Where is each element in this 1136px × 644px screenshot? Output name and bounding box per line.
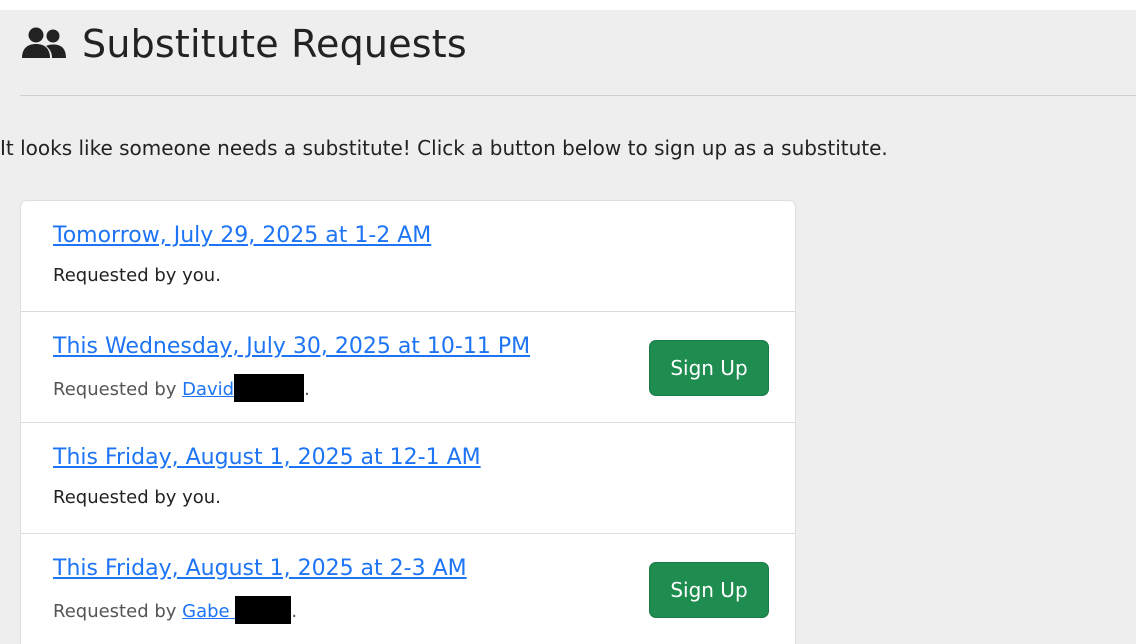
users-icon [20,24,68,64]
requested-by-suffix: . [291,601,298,622]
redaction-box [235,596,292,624]
sign-up-button[interactable]: Sign Up [649,562,769,618]
requested-by-label: Requested by you. [53,265,221,286]
page: Substitute Requests It looks like someon… [0,0,1136,644]
request-date-link[interactable]: Tomorrow, July 29, 2025 at 1-2 AM [53,223,431,248]
requests-list: Tomorrow, July 29, 2025 at 1-2 AM Reques… [20,200,796,644]
requester-link[interactable]: Gabe [182,596,292,624]
requested-by-label: Requested by [53,601,183,622]
request-item: This Friday, August 1, 2025 at 2-3 AM Re… [21,534,795,644]
header-divider [20,95,1136,96]
requested-by-text: Requested by Gabe . [53,596,298,626]
request-item: This Wednesday, July 30, 2025 at 10-11 P… [21,312,795,423]
requested-by-label: Requested by you. [53,487,221,508]
requested-by-text: Requested by David. [53,374,310,404]
page-header: Substitute Requests [20,24,467,64]
requested-by-suffix: . [304,379,310,400]
top-strip [0,0,1136,10]
sign-up-button[interactable]: Sign Up [649,340,769,396]
intro-text: It looks like someone needs a substitute… [0,136,888,160]
requested-by-text: Requested by you. [53,265,221,286]
request-date-link[interactable]: This Wednesday, July 30, 2025 at 10-11 P… [53,334,530,359]
requester-link[interactable]: David [182,374,305,402]
page-title: Substitute Requests [82,22,467,66]
request-item: Tomorrow, July 29, 2025 at 1-2 AM Reques… [21,201,795,312]
request-date-link[interactable]: This Friday, August 1, 2025 at 12-1 AM [53,445,481,470]
requested-by-label: Requested by [53,379,183,400]
requested-by-text: Requested by you. [53,487,221,508]
redaction-box [234,374,305,402]
request-date-link[interactable]: This Friday, August 1, 2025 at 2-3 AM [53,556,467,581]
request-item: This Friday, August 1, 2025 at 12-1 AM R… [21,423,795,534]
